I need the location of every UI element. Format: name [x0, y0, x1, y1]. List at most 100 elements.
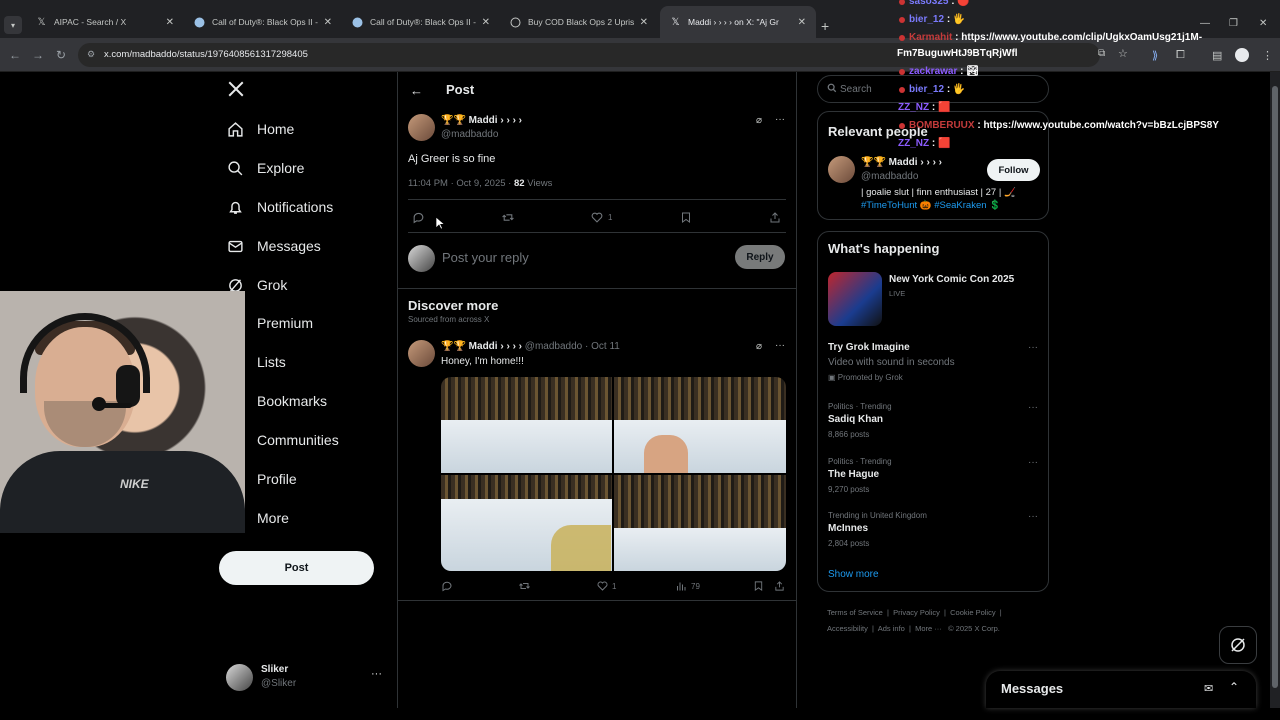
relevant-handle[interactable]: @madbaddo: [861, 171, 918, 182]
reply-icon[interactable]: [412, 211, 425, 224]
post-author-name[interactable]: 🏆🏆 Maddi › › › ›: [441, 115, 522, 126]
footer-link[interactable]: Accessibility: [827, 624, 868, 633]
follow-button[interactable]: Follow: [987, 159, 1040, 181]
reload-icon[interactable]: ↻: [56, 48, 66, 62]
back-icon[interactable]: ←: [9, 48, 21, 62]
tab-buy-cod[interactable]: Buy COD Black Ops 2 Uprising ✕: [500, 6, 658, 38]
tab-aipac-search[interactable]: 𝕏 AIPAC - Search / X ✕: [26, 6, 184, 38]
footer-link[interactable]: Terms of Service: [827, 608, 883, 617]
photo-grid: [441, 377, 786, 571]
menu-icon[interactable]: ⋮: [1262, 49, 1273, 62]
footer-link[interactable]: Ads info: [878, 624, 905, 633]
forward-icon[interactable]: →: [32, 48, 44, 62]
repost-icon[interactable]: [501, 211, 515, 224]
install-app-icon[interactable]: ⧉: [1098, 48, 1105, 59]
page-scrollbar[interactable]: [1270, 72, 1280, 708]
nav-notifications[interactable]: Notifications: [226, 194, 333, 220]
more-dots-icon[interactable]: ···: [1028, 511, 1038, 522]
hockey-photo[interactable]: [441, 475, 612, 571]
footer-link[interactable]: Cookie Policy: [950, 608, 995, 617]
discover-post-date[interactable]: · Oct 11: [585, 341, 620, 352]
puzzle-icon[interactable]: ⧠: [1176, 49, 1185, 62]
close-tab-icon[interactable]: ✕: [482, 17, 490, 28]
site-info-icon[interactable]: ⚙: [87, 49, 95, 60]
post-more-icon[interactable]: ···: [775, 340, 785, 351]
comic-con-thumbnail[interactable]: [828, 272, 882, 326]
show-more-link[interactable]: Show more: [828, 569, 879, 580]
close-tab-icon[interactable]: ✕: [166, 17, 174, 28]
nav-explore[interactable]: Explore: [226, 155, 304, 181]
bookmark-star-icon[interactable]: ☆: [1118, 47, 1128, 60]
repost-icon[interactable]: [518, 580, 531, 592]
promo-title[interactable]: Try Grok Imagine: [828, 342, 910, 353]
close-window-icon[interactable]: ✕: [1259, 18, 1267, 29]
tab-cod-ap[interactable]: Call of Duty®: Black Ops II - Ap ✕: [184, 6, 342, 38]
extension-icon[interactable]: ⟫: [1152, 49, 1158, 62]
messages-drawer[interactable]: Messages ✉ ⌃: [986, 671, 1256, 708]
like-button[interactable]: 1: [596, 580, 616, 592]
hockey-photo[interactable]: [441, 377, 612, 473]
trend-name[interactable]: The Hague: [828, 469, 879, 480]
discover-post-header: 🏆🏆 Maddi › › › › @madbaddo · Oct 11: [441, 341, 620, 352]
footer-link[interactable]: More ···: [915, 624, 942, 633]
nav-label: Lists: [257, 354, 286, 370]
relevant-name[interactable]: 🏆🏆 Maddi › › › ›: [861, 157, 942, 168]
more-dots-icon[interactable]: ···: [371, 668, 382, 680]
chat-user: BOMBERUUX: [909, 120, 975, 131]
grok-floating-button[interactable]: [1219, 626, 1257, 664]
share-icon[interactable]: [774, 580, 785, 592]
trend-name[interactable]: Sadiq Khan: [828, 414, 883, 425]
tab-search-button[interactable]: ▾: [4, 16, 22, 34]
more-dots-icon[interactable]: ···: [1028, 342, 1038, 353]
x-home-logo[interactable]: [227, 80, 245, 98]
views-button[interactable]: 79: [675, 580, 700, 592]
back-arrow-icon[interactable]: ←: [410, 83, 423, 98]
more-dots-icon[interactable]: ···: [1028, 402, 1038, 413]
like-button[interactable]: 1: [590, 211, 612, 224]
post-author-handle[interactable]: @madbaddo: [441, 129, 498, 140]
expand-icon[interactable]: ⌃: [1229, 680, 1239, 694]
discover-author-name[interactable]: 🏆🏆 Maddi › › › ›: [441, 341, 522, 352]
bell-icon: [226, 199, 244, 216]
minimize-icon[interactable]: —: [1200, 18, 1210, 29]
sidepanel-icon[interactable]: ▤: [1212, 49, 1222, 62]
share-icon[interactable]: [769, 211, 781, 224]
grok-explain-icon[interactable]: ⌀: [756, 115, 762, 126]
divider: [398, 600, 796, 601]
reply-icon[interactable]: [441, 580, 453, 592]
more-dots-icon[interactable]: ···: [1028, 457, 1038, 468]
close-tab-icon[interactable]: ✕: [640, 17, 648, 28]
hockey-photo[interactable]: [614, 475, 786, 571]
relevant-tags[interactable]: #TimeToHunt 🎃 #SeaKraken 💲: [861, 200, 1001, 211]
bookmark-icon[interactable]: [680, 211, 692, 224]
close-tab-icon[interactable]: ✕: [324, 17, 332, 28]
scroll-thumb[interactable]: [1272, 86, 1278, 688]
reply-input[interactable]: Post your reply: [442, 250, 727, 268]
search-icon: [827, 83, 837, 93]
relevant-avatar[interactable]: [828, 156, 855, 183]
relevant-bio: | goalie slut | finn enthusiast | 27 | 🏒: [861, 187, 1016, 198]
grok-icon: [1231, 638, 1245, 652]
nav-home[interactable]: Home: [226, 116, 294, 142]
new-tab-button[interactable]: +: [821, 18, 829, 34]
discover-author-handle[interactable]: @madbaddo: [525, 341, 582, 352]
reply-button[interactable]: Reply: [735, 245, 785, 269]
event-name[interactable]: New York Comic Con 2025: [889, 274, 1014, 285]
post-more-icon[interactable]: ···: [775, 114, 785, 125]
author-avatar[interactable]: [408, 114, 435, 141]
nav-messages[interactable]: Messages: [226, 233, 321, 259]
account-switcher[interactable]: Sliker @Sliker ···: [226, 662, 386, 692]
tab-cod-up[interactable]: Call of Duty®: Black Ops II - Up ✕: [342, 6, 500, 38]
hockey-photo[interactable]: [614, 377, 786, 473]
trend-name[interactable]: McInnes: [828, 523, 868, 534]
author-avatar[interactable]: [408, 340, 435, 367]
tab-maddi-post[interactable]: 𝕏 Maddi › › › › on X: "Aj Gr ✕: [660, 6, 816, 38]
profile-avatar-icon[interactable]: [1235, 48, 1249, 62]
grok-explain-icon[interactable]: ⌀: [756, 341, 762, 352]
new-message-icon[interactable]: ✉: [1204, 682, 1213, 695]
bookmark-icon[interactable]: [753, 580, 764, 592]
footer-link[interactable]: Privacy Policy: [893, 608, 940, 617]
restore-icon[interactable]: ❐: [1229, 18, 1238, 29]
post-button[interactable]: Post: [219, 551, 374, 585]
close-tab-icon[interactable]: ✕: [798, 17, 806, 28]
